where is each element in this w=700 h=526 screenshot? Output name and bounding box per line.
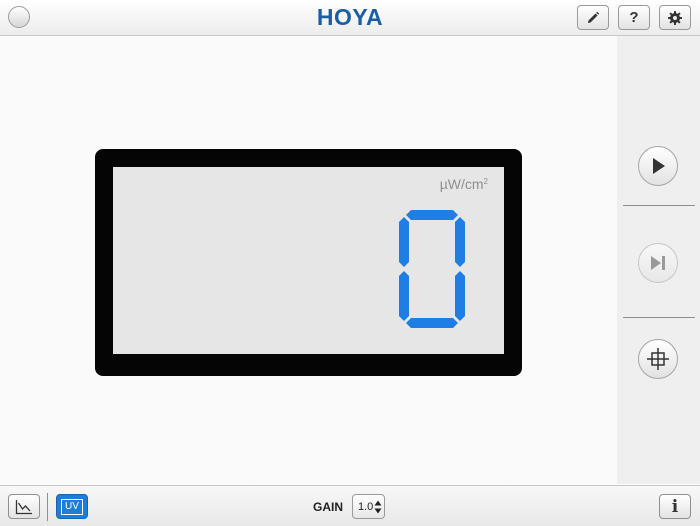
edit-button[interactable] [577, 5, 609, 30]
right-sidebar [617, 36, 700, 484]
top-bar: HOYA ? [0, 0, 700, 36]
digit-segment [399, 217, 409, 267]
reading-digit [399, 210, 465, 328]
help-button[interactable]: ? [618, 5, 650, 30]
chart-button[interactable] [8, 494, 40, 519]
sidebar-divider [623, 205, 695, 206]
help-button-label: ? [629, 9, 639, 26]
digit-segment [399, 271, 409, 321]
lcd-display: µW/cm2 [95, 149, 522, 376]
crosshair-icon [647, 348, 669, 370]
gain-value: 1.0 [358, 500, 374, 513]
main-area: µW/cm2 [0, 36, 617, 484]
pencil-icon [588, 11, 600, 23]
bottom-bar: UV GAIN 1.0 i [0, 485, 700, 526]
chart-icon [15, 499, 32, 514]
info-button[interactable]: i [659, 494, 691, 519]
sidebar-divider [623, 317, 695, 318]
uv-button-label: UV [61, 498, 83, 515]
gain-label: GAIN [313, 500, 343, 514]
digit-segment [455, 217, 465, 267]
circle-menu-button[interactable] [8, 6, 30, 28]
gain-select[interactable]: 1.0 [352, 494, 385, 519]
info-button-label: i [671, 496, 679, 517]
digit-segment [455, 271, 465, 321]
target-button[interactable] [638, 339, 678, 379]
gear-icon [668, 10, 682, 25]
lcd-screen: µW/cm2 [113, 167, 504, 354]
brand-logo: HOYA [316, 4, 384, 30]
step-forward-button[interactable] [638, 243, 678, 283]
settings-button[interactable] [659, 5, 691, 30]
unit-superscript: 2 [483, 177, 488, 186]
play-icon [653, 158, 665, 174]
uv-button[interactable]: UV [56, 494, 88, 519]
skip-next-icon [651, 256, 665, 270]
unit-label: µW/cm2 [440, 176, 488, 192]
bottom-divider [47, 493, 48, 521]
play-button[interactable] [638, 146, 678, 186]
digit-segment [406, 210, 458, 220]
digit-segment [406, 318, 458, 328]
unit-text: µW/cm [439, 176, 484, 192]
select-arrows-icon [374, 500, 382, 514]
